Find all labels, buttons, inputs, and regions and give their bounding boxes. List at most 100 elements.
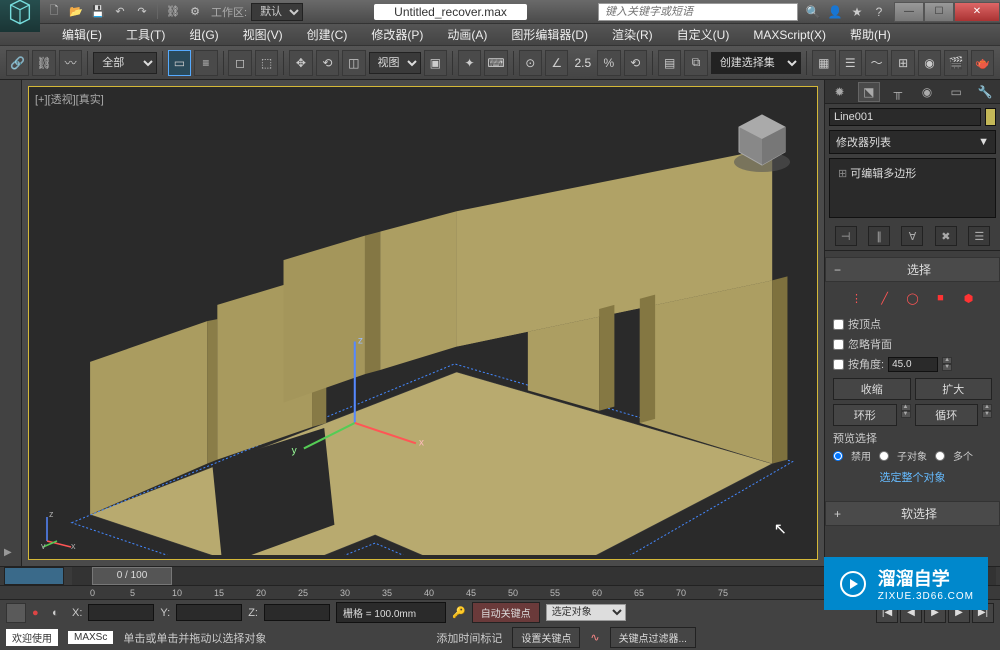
selection-filter-select[interactable]: 全部 bbox=[93, 52, 157, 74]
bind-spacewarp-icon[interactable]: 〰 bbox=[59, 50, 82, 76]
lock-selection-icon[interactable] bbox=[6, 603, 26, 623]
communication-icon[interactable]: 👤 bbox=[826, 3, 844, 21]
loop-button[interactable]: 循环 bbox=[915, 404, 979, 426]
key-lock-icon[interactable]: 🔑 bbox=[452, 606, 466, 619]
close-button[interactable]: ✕ bbox=[954, 2, 1000, 22]
select-object-icon[interactable]: ▭ bbox=[168, 50, 191, 76]
time-config-icon[interactable] bbox=[4, 567, 64, 585]
select-rect-icon[interactable]: ◻ bbox=[228, 50, 251, 76]
redo-icon[interactable]: ↷ bbox=[132, 3, 152, 21]
stack-item[interactable]: 可编辑多边形 bbox=[834, 163, 991, 183]
use-center-icon[interactable]: ▣ bbox=[424, 50, 447, 76]
setkey-button[interactable]: 设置关键点 bbox=[512, 627, 580, 648]
tab-utilities-icon[interactable]: 🔧 bbox=[974, 82, 996, 102]
preview-multi-radio[interactable] bbox=[935, 451, 945, 461]
snap-toggle-icon[interactable]: ⊙ bbox=[519, 50, 542, 76]
save-icon[interactable]: 💾 bbox=[88, 3, 108, 21]
app-icon[interactable] bbox=[0, 0, 40, 32]
menu-tools[interactable]: 工具(T) bbox=[114, 23, 177, 46]
layers-icon[interactable]: ☰ bbox=[839, 50, 862, 76]
make-unique-icon[interactable]: ∀ bbox=[901, 226, 923, 246]
link-icon[interactable]: 🔗 bbox=[6, 50, 29, 76]
menu-grapheditors[interactable]: 图形编辑器(D) bbox=[499, 23, 600, 46]
scale-icon[interactable]: ◫ bbox=[342, 50, 365, 76]
keymode-select[interactable]: 选定对象 bbox=[546, 604, 626, 621]
expand-arrow-icon[interactable]: ▶ bbox=[4, 547, 12, 558]
unlink-icon[interactable]: ⛓ bbox=[32, 50, 55, 76]
shrink-button[interactable]: 收缩 bbox=[833, 378, 911, 400]
percent-snap-icon[interactable]: % bbox=[597, 50, 620, 76]
rollout-softselect-header[interactable]: +软选择 bbox=[825, 501, 1000, 526]
tab-motion-icon[interactable]: ◉ bbox=[916, 82, 938, 102]
vertex-icon[interactable]: ⋮ bbox=[847, 288, 867, 308]
rollout-selection-header[interactable]: −选择 bbox=[825, 257, 1000, 282]
help-search-input[interactable] bbox=[598, 3, 798, 21]
edge-icon[interactable]: ╱ bbox=[875, 288, 895, 308]
keyfilter-button[interactable]: 关键点过滤器... bbox=[610, 627, 696, 648]
link-icon[interactable]: ⛓ bbox=[163, 3, 183, 21]
render-icon[interactable]: 🫖 bbox=[971, 50, 994, 76]
element-icon[interactable]: ⬢ bbox=[959, 288, 979, 308]
loop-spinner[interactable]: ▲▼ bbox=[982, 404, 992, 426]
mirror-icon[interactable]: ⧉ bbox=[684, 50, 707, 76]
remove-mod-icon[interactable]: ✖ bbox=[935, 226, 957, 246]
menu-customize[interactable]: 自定义(U) bbox=[665, 23, 742, 46]
favorites-icon[interactable]: ★ bbox=[848, 3, 866, 21]
align-icon[interactable]: ▦ bbox=[812, 50, 835, 76]
time-slider-handle[interactable]: 0 / 100 bbox=[92, 567, 172, 585]
ring-spinner[interactable]: ▲▼ bbox=[901, 404, 911, 426]
object-name-field[interactable] bbox=[829, 108, 981, 126]
show-end-icon[interactable]: ∥ bbox=[868, 226, 890, 246]
infocenter-icon[interactable]: 🔍 bbox=[804, 3, 822, 21]
border-icon[interactable]: ◯ bbox=[903, 288, 923, 308]
settings-icon[interactable]: ⚙ bbox=[185, 3, 205, 21]
autokey-button[interactable]: 自动关键点 bbox=[472, 602, 540, 623]
move-icon[interactable]: ✥ bbox=[289, 50, 312, 76]
viewport-perspective[interactable]: [+][透视][真实] bbox=[28, 86, 818, 560]
angle-snap-icon[interactable]: ∠ bbox=[545, 50, 568, 76]
maxscript-mini[interactable]: MAXSc bbox=[68, 631, 113, 644]
menu-group[interactable]: 组(G) bbox=[177, 23, 230, 46]
new-icon[interactable]: 🗋 bbox=[44, 3, 64, 21]
configure-icon[interactable]: ☰ bbox=[968, 226, 990, 246]
by-vertex-checkbox[interactable] bbox=[833, 319, 844, 330]
named-selection-set[interactable]: 创建选择集 bbox=[711, 52, 801, 74]
undo-icon[interactable]: ↶ bbox=[110, 3, 130, 21]
preview-subobj-radio[interactable] bbox=[879, 451, 889, 461]
by-angle-checkbox[interactable] bbox=[833, 359, 844, 370]
tab-display-icon[interactable]: ▭ bbox=[945, 82, 967, 102]
y-field[interactable] bbox=[176, 604, 242, 621]
pin-stack-icon[interactable]: ⊣ bbox=[835, 226, 857, 246]
keyboard-shortcut-icon[interactable]: ⌨ bbox=[484, 50, 507, 76]
menu-modifiers[interactable]: 修改器(P) bbox=[359, 23, 435, 46]
key-icon[interactable]: ● bbox=[32, 607, 46, 619]
menu-edit[interactable]: 编辑(E) bbox=[50, 23, 114, 46]
menu-animation[interactable]: 动画(A) bbox=[435, 23, 499, 46]
help-icon[interactable]: ? bbox=[870, 3, 888, 21]
menu-create[interactable]: 创建(C) bbox=[295, 23, 360, 46]
workspace-select[interactable]: 默认 bbox=[251, 3, 303, 21]
manipulate-icon[interactable]: ✦ bbox=[458, 50, 481, 76]
ref-coord-select[interactable]: 视图 bbox=[369, 52, 421, 74]
z-field[interactable] bbox=[264, 604, 330, 621]
x-field[interactable] bbox=[88, 604, 154, 621]
minimize-button[interactable]: — bbox=[894, 2, 924, 22]
object-color-swatch[interactable] bbox=[985, 108, 996, 126]
modifier-list-dropdown[interactable]: 修改器列表▼ bbox=[829, 130, 996, 154]
tab-create-icon[interactable]: ✹ bbox=[829, 82, 851, 102]
tab-modify-icon[interactable]: ⬔ bbox=[858, 82, 880, 102]
modifier-stack[interactable]: 可编辑多边形 bbox=[829, 158, 996, 218]
spinner-arrows[interactable]: ▲▼ bbox=[942, 357, 952, 371]
rotate-icon[interactable]: ⟲ bbox=[316, 50, 339, 76]
maximize-button[interactable]: ☐ bbox=[924, 2, 954, 22]
schematic-icon[interactable]: ⊞ bbox=[891, 50, 914, 76]
curve-editor-icon[interactable]: 〜 bbox=[865, 50, 888, 76]
open-icon[interactable]: 📂 bbox=[66, 3, 86, 21]
polygon-icon[interactable]: ■ bbox=[931, 288, 951, 308]
grow-button[interactable]: 扩大 bbox=[915, 378, 993, 400]
preview-off-radio[interactable] bbox=[833, 451, 843, 461]
select-by-name-icon[interactable]: ≡ bbox=[194, 50, 217, 76]
material-editor-icon[interactable]: ◉ bbox=[918, 50, 941, 76]
render-setup-icon[interactable]: 🎬 bbox=[944, 50, 967, 76]
menu-help[interactable]: 帮助(H) bbox=[838, 23, 903, 46]
